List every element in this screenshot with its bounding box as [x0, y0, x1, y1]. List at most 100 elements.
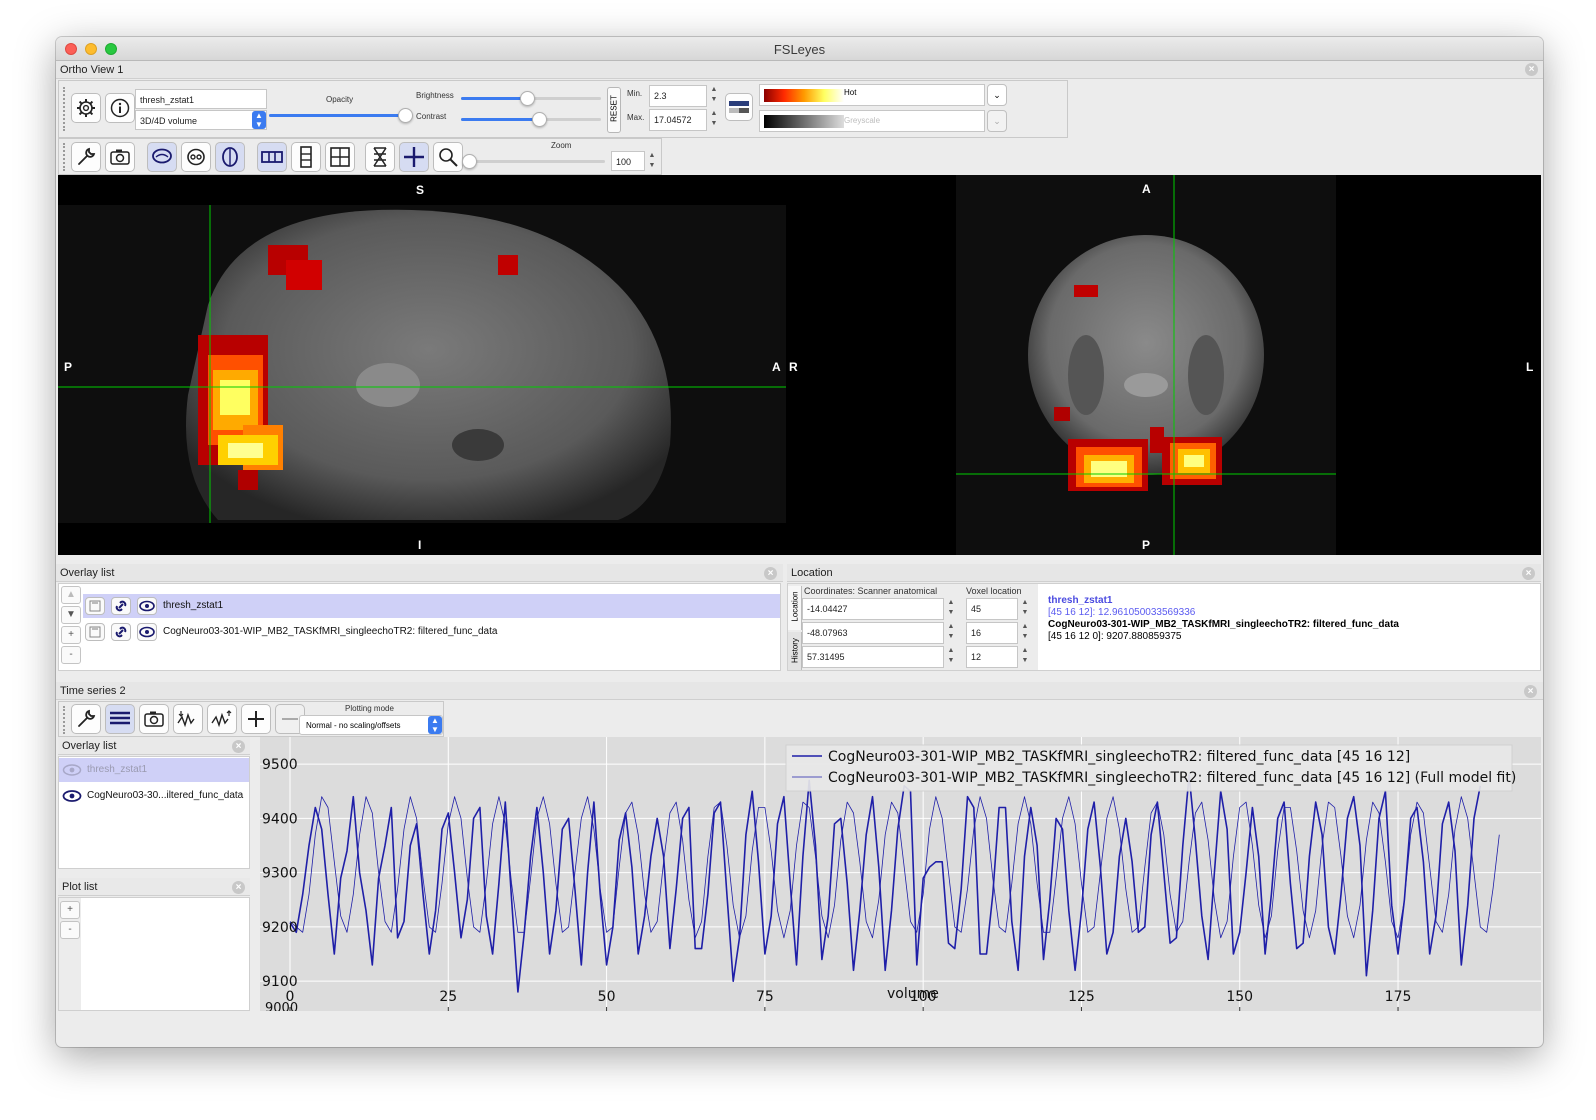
coord-x-field[interactable]: -14.04427: [802, 598, 944, 620]
vertical-layout-button[interactable]: [291, 142, 321, 172]
toggle-overlay-list-button[interactable]: [105, 704, 135, 734]
toggle-visibility-button[interactable]: [137, 597, 157, 615]
coord-z-spinner[interactable]: ▲ ▼: [946, 646, 956, 668]
timeseries-plot[interactable]: 0 25 50 75 100 125 150 175 9100 9200 9300 9400 9500 …: [260, 737, 1541, 1011]
close-ts-overlay-list-button[interactable]: ×: [232, 740, 245, 753]
minus-icon: [282, 718, 298, 720]
zoom-button[interactable]: [433, 142, 463, 172]
coord-x-spinner[interactable]: ▲ ▼: [946, 598, 956, 620]
add-plot-list-button[interactable]: +: [60, 901, 80, 919]
invert-colormap-button[interactable]: [725, 93, 753, 121]
overlay-list-item-selected[interactable]: thresh_zstat1: [83, 594, 780, 618]
coord-y-spinner[interactable]: ▲ ▼: [946, 622, 956, 644]
secondary-colormap-label: Greyscale: [844, 116, 881, 125]
sagittal-brain-icon: [152, 148, 172, 164]
voxel-z-field[interactable]: 12: [966, 646, 1018, 668]
close-timeseries-button[interactable]: ×: [1524, 685, 1537, 698]
toolbar-grip[interactable]: [63, 87, 67, 131]
overlay-info-button[interactable]: [105, 93, 135, 123]
coronal-brain-icon: [187, 148, 205, 166]
min-value-field[interactable]: 2.3: [649, 85, 707, 107]
link-overlay-button[interactable]: [111, 597, 131, 615]
toolbar-grip[interactable]: [63, 706, 67, 734]
eye-icon[interactable]: [62, 789, 82, 803]
ts-overlay-item[interactable]: CogNeuro03-30...iltered_func_data: [59, 784, 249, 808]
legend-series-1-label: CogNeuro03-301-WIP_MB2_TASKfMRI_singleec…: [828, 749, 1410, 765]
max-value-field[interactable]: 17.04572: [649, 109, 707, 131]
primary-colormap-select[interactable]: Hot: [759, 84, 985, 106]
overlay-list-panel: ▲ ▼ + - thresh_zstat1 CogNeuro03-301-WIP…: [58, 583, 781, 671]
remove-plot-list-button[interactable]: -: [60, 921, 80, 939]
min-spinner[interactable]: ▲ ▼: [709, 85, 719, 107]
voxel-z-spinner[interactable]: ▲ ▼: [1020, 646, 1030, 668]
import-data-button[interactable]: [173, 704, 203, 734]
primary-colormap-label: Hot: [844, 88, 857, 97]
link-overlay-button[interactable]: [111, 623, 131, 641]
close-overlay-list-button[interactable]: ×: [764, 567, 777, 580]
toggle-visibility-button[interactable]: [137, 623, 157, 641]
secondary-colormap-dropdown[interactable]: ⌄: [987, 110, 1007, 132]
slider-knob[interactable]: [462, 154, 477, 169]
save-overlay-button[interactable]: [85, 597, 105, 615]
sagittal-view[interactable]: S I P A: [58, 175, 786, 555]
add-plot-button[interactable]: [241, 704, 271, 734]
secondary-colormap-select[interactable]: Greyscale: [759, 110, 985, 132]
grid-layout-button[interactable]: [325, 142, 355, 172]
voxel-x-field[interactable]: 45: [966, 598, 1018, 620]
link-icon: [115, 626, 127, 638]
horizontal-layout-button[interactable]: [257, 142, 287, 172]
move-down-button[interactable]: ▼: [61, 606, 81, 624]
voxel-x-spinner[interactable]: ▲ ▼: [1020, 598, 1030, 620]
plot-screenshot-button[interactable]: [139, 704, 169, 734]
overlay-list-item[interactable]: CogNeuro03-301-WIP_MB2_TASKfMRI_singleec…: [83, 620, 780, 644]
toggle-sagittal-button[interactable]: [147, 142, 177, 172]
screenshot-button[interactable]: [105, 142, 135, 172]
reset-button[interactable]: RESET: [607, 87, 621, 133]
title-bar: FSLeyes: [56, 37, 1543, 61]
voxel-y-field[interactable]: 16: [966, 622, 1018, 644]
close-ortho-view-button[interactable]: ×: [1525, 63, 1538, 76]
overlay-type-select[interactable]: 3D/4D volume ▲ ▼: [135, 110, 267, 130]
add-overlay-button[interactable]: +: [61, 626, 81, 644]
coord-z-field[interactable]: 57.31495: [802, 646, 944, 668]
ts-overlay-item[interactable]: thresh_zstat1: [59, 758, 249, 782]
toolbar-grip[interactable]: [63, 143, 67, 171]
close-location-button[interactable]: ×: [1522, 567, 1535, 580]
slider-knob[interactable]: [519, 91, 535, 106]
eye-icon[interactable]: [62, 763, 82, 777]
display-settings-button[interactable]: [71, 93, 101, 123]
toggle-coronal-button[interactable]: [181, 142, 211, 172]
move-up-button[interactable]: ▲: [61, 586, 81, 604]
voxel-y-spinner[interactable]: ▲ ▼: [1020, 622, 1030, 644]
slider-knob[interactable]: [532, 112, 548, 127]
primary-colormap-dropdown[interactable]: ⌄: [987, 84, 1007, 106]
movie-mode-button[interactable]: [365, 142, 395, 172]
ts-overlay-label: CogNeuro03-30...iltered_func_data: [87, 790, 244, 801]
grid-layout-icon: [330, 147, 350, 167]
y-tick-label: 9300: [262, 866, 298, 882]
tab-history[interactable]: History: [788, 632, 802, 670]
zoom-value-field[interactable]: 100: [611, 151, 645, 171]
save-overlay-button[interactable]: [85, 623, 105, 641]
close-plot-list-button[interactable]: ×: [232, 881, 245, 894]
zoom-spinner[interactable]: ▲ ▼: [647, 151, 657, 173]
select-arrows-icon: ▲ ▼: [428, 716, 442, 734]
overlay-name-field[interactable]: thresh_zstat1: [135, 89, 267, 109]
plot-settings-button[interactable]: [71, 704, 101, 734]
tab-location[interactable]: Location: [788, 586, 802, 630]
slider-knob[interactable]: [397, 108, 413, 123]
plotting-mode-select[interactable]: Normal - no scaling/offsets ▲ ▼: [299, 715, 443, 735]
x-tick-label: 125: [1068, 989, 1095, 1005]
max-spinner[interactable]: ▲ ▼: [709, 109, 719, 131]
remove-overlay-button[interactable]: -: [61, 646, 81, 664]
export-data-button[interactable]: [207, 704, 237, 734]
reset-label: RESET: [609, 95, 619, 122]
view-settings-button[interactable]: [71, 142, 101, 172]
axial-view[interactable]: A P R L: [786, 175, 1541, 555]
toggle-axial-button[interactable]: [215, 142, 245, 172]
toggle-cursor-button[interactable]: [399, 142, 429, 172]
zoom-slider[interactable]: [469, 160, 605, 163]
coord-y-field[interactable]: -48.07963: [802, 622, 944, 644]
timeseries-chart: 0 25 50 75 100 125 150 17591009200930094009500 …: [260, 737, 1541, 1011]
tab-history-label: History: [790, 638, 800, 663]
